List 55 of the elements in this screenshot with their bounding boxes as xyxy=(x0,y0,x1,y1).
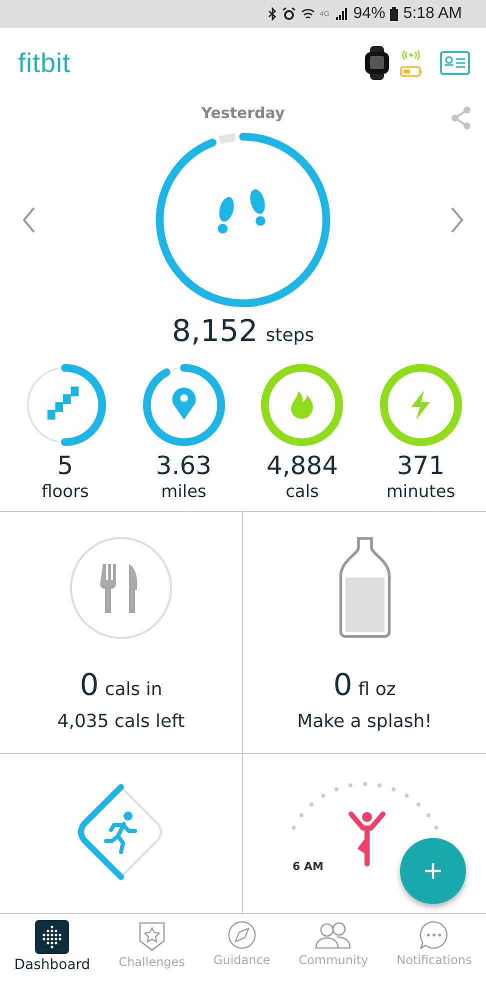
stat-value: 4,884 xyxy=(266,451,338,481)
steps-unit: steps xyxy=(266,325,314,346)
fork-knife-icon xyxy=(69,536,173,640)
chat-bubble-icon xyxy=(419,920,450,950)
battery-percent: 94% xyxy=(353,5,386,23)
tile-unit: cals in xyxy=(104,679,162,700)
nav-tab[interactable]: Guidance xyxy=(213,920,270,967)
stat-unit: cals xyxy=(286,481,319,503)
tile-detail: Make a splash! xyxy=(297,711,432,732)
clock: 5:18 AM xyxy=(403,5,462,23)
stat-value: 5 xyxy=(57,451,74,481)
alarm-icon xyxy=(282,7,296,21)
compass-icon xyxy=(226,920,257,950)
steps-count: 8,152 xyxy=(172,314,258,349)
exercise-tile[interactable] xyxy=(0,754,243,914)
star-badge-icon xyxy=(136,920,167,952)
wifi-icon xyxy=(300,7,315,21)
food-tile[interactable]: 0 cals in 4,035 cals left xyxy=(0,512,243,754)
dots-grid-icon xyxy=(35,920,70,954)
day-title[interactable]: Yesterday xyxy=(201,104,285,128)
stat-unit: floors xyxy=(42,481,89,503)
footprints-icon xyxy=(218,189,266,234)
tile-value: 0 xyxy=(80,668,99,703)
battery-icon xyxy=(390,7,398,21)
tile-detail: 4,035 cals left xyxy=(57,711,185,732)
bottle-icon xyxy=(338,537,390,638)
stat-value: 371 xyxy=(396,451,445,481)
tile-unit: fl oz xyxy=(358,679,396,700)
add-button[interactable] xyxy=(400,838,466,904)
stairs-icon xyxy=(48,386,79,420)
watch-icon[interactable] xyxy=(362,46,392,80)
water-tile[interactable]: 0 fl oz Make a splash! xyxy=(243,512,486,754)
time-label: 6 AM xyxy=(292,860,324,873)
lightning-icon xyxy=(410,390,430,420)
nav-tab[interactable]: Community xyxy=(298,920,368,967)
sync-signal-icon xyxy=(402,50,420,60)
signal-icon xyxy=(334,7,348,21)
tile-value: 0 xyxy=(333,668,352,703)
nav-tab[interactable]: Notifications xyxy=(396,920,472,967)
flame-icon xyxy=(291,391,314,419)
people-icon xyxy=(315,920,352,950)
bluetooth-icon xyxy=(268,7,277,21)
stat-unit: miles xyxy=(161,481,206,503)
plus-icon xyxy=(424,862,442,880)
location-pin-icon xyxy=(172,388,196,420)
previous-day-icon[interactable] xyxy=(22,207,36,233)
profile-card-icon[interactable] xyxy=(440,51,470,75)
share-icon[interactable] xyxy=(450,106,472,130)
next-day-icon[interactable] xyxy=(450,207,464,233)
battery-icon xyxy=(400,66,422,76)
nav-tab[interactable]: Challenges xyxy=(118,920,185,969)
stat-unit: minutes xyxy=(386,481,456,503)
app-logo: fitbit xyxy=(18,48,71,78)
nav-tab[interactable]: Dashboard xyxy=(14,920,90,973)
stat-value: 3.63 xyxy=(156,451,212,481)
